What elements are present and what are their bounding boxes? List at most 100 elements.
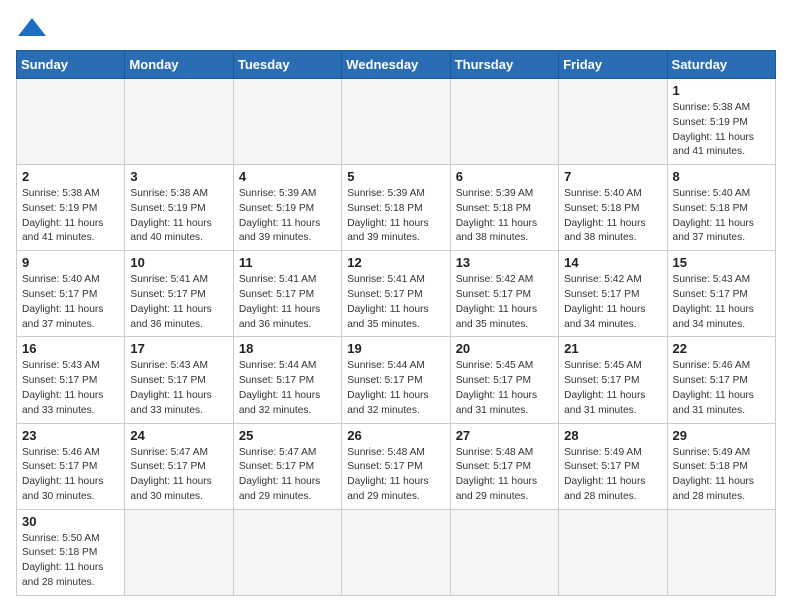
week-row-4: 23 Sunrise: 5:46 AM Sunset: 5:17 PM Dayli… [17, 423, 776, 509]
weekday-header-sunday: Sunday [17, 51, 125, 79]
weekday-header-thursday: Thursday [450, 51, 558, 79]
day-info: Sunrise: 5:45 AM Sunset: 5:17 PM Dayligh… [564, 359, 661, 418]
header [16, 16, 776, 38]
day-info: Sunrise: 5:44 AM Sunset: 5:17 PM Dayligh… [239, 359, 336, 418]
calendar-cell: 10Sunrise: 5:41 AM Sunset: 5:17 PM Dayli… [125, 251, 233, 337]
day-number: 20 [456, 341, 553, 356]
day-number: 28 [564, 428, 661, 443]
calendar: SundayMondayTuesdayWednesdayThursdayFrid… [16, 50, 776, 596]
week-row-5: 30Sunrise: 5:50 AM Sunset: 5:18 PM Dayli… [17, 509, 776, 595]
calendar-cell: 30Sunrise: 5:50 AM Sunset: 5:18 PM Dayli… [17, 509, 125, 595]
calendar-cell: 1 Sunrise: 5:38 AM Sunset: 5:19 PM Daylig… [667, 79, 775, 165]
week-row-2: 9Sunrise: 5:40 AM Sunset: 5:17 PM Daylig… [17, 251, 776, 337]
day-info: Sunrise: 5:48 AM Sunset: 5:17 PM Dayligh… [347, 446, 444, 505]
calendar-cell: 9Sunrise: 5:40 AM Sunset: 5:17 PM Daylig… [17, 251, 125, 337]
calendar-cell [17, 79, 125, 165]
calendar-cell [125, 79, 233, 165]
day-number: 29 [673, 428, 770, 443]
calendar-cell [450, 79, 558, 165]
calendar-cell [125, 509, 233, 595]
calendar-cell: 15Sunrise: 5:43 AM Sunset: 5:17 PM Dayli… [667, 251, 775, 337]
weekday-header-wednesday: Wednesday [342, 51, 450, 79]
day-number: 5 [347, 169, 444, 184]
day-info: Sunrise: 5:38 AM Sunset: 5:19 PM Dayligh… [673, 101, 770, 160]
day-number: 16 [22, 341, 119, 356]
day-info: Sunrise: 5:41 AM Sunset: 5:17 PM Dayligh… [239, 273, 336, 332]
day-number: 12 [347, 255, 444, 270]
day-number: 27 [456, 428, 553, 443]
day-number: 25 [239, 428, 336, 443]
calendar-cell: 8 Sunrise: 5:40 AM Sunset: 5:18 PM Daylig… [667, 165, 775, 251]
calendar-cell: 29Sunrise: 5:49 AM Sunset: 5:18 PM Dayli… [667, 423, 775, 509]
calendar-cell: 6 Sunrise: 5:39 AM Sunset: 5:18 PM Daylig… [450, 165, 558, 251]
day-info: Sunrise: 5:39 AM Sunset: 5:18 PM Dayligh… [347, 187, 444, 246]
calendar-cell: 27 Sunrise: 5:48 AM Sunset: 5:17 PM Dayli… [450, 423, 558, 509]
day-number: 17 [130, 341, 227, 356]
day-number: 30 [22, 514, 119, 529]
day-info: Sunrise: 5:43 AM Sunset: 5:17 PM Dayligh… [22, 359, 119, 418]
day-info: Sunrise: 5:47 AM Sunset: 5:17 PM Dayligh… [130, 446, 227, 505]
day-number: 11 [239, 255, 336, 270]
day-number: 3 [130, 169, 227, 184]
day-number: 4 [239, 169, 336, 184]
day-info: Sunrise: 5:43 AM Sunset: 5:17 PM Dayligh… [130, 359, 227, 418]
day-number: 18 [239, 341, 336, 356]
day-info: Sunrise: 5:46 AM Sunset: 5:17 PM Dayligh… [22, 446, 119, 505]
calendar-cell [450, 509, 558, 595]
calendar-cell: 28 Sunrise: 5:49 AM Sunset: 5:17 PM Dayli… [559, 423, 667, 509]
calendar-cell: 26 Sunrise: 5:48 AM Sunset: 5:17 PM Dayli… [342, 423, 450, 509]
day-info: Sunrise: 5:40 AM Sunset: 5:18 PM Dayligh… [673, 187, 770, 246]
day-info: Sunrise: 5:40 AM Sunset: 5:18 PM Dayligh… [564, 187, 661, 246]
weekday-header-saturday: Saturday [667, 51, 775, 79]
week-row-1: 2 Sunrise: 5:38 AM Sunset: 5:19 PM Daylig… [17, 165, 776, 251]
day-number: 1 [673, 83, 770, 98]
day-number: 21 [564, 341, 661, 356]
day-info: Sunrise: 5:42 AM Sunset: 5:17 PM Dayligh… [456, 273, 553, 332]
calendar-cell: 25 Sunrise: 5:47 AM Sunset: 5:17 PM Dayli… [233, 423, 341, 509]
calendar-cell [667, 509, 775, 595]
calendar-cell [233, 79, 341, 165]
day-info: Sunrise: 5:39 AM Sunset: 5:18 PM Dayligh… [456, 187, 553, 246]
day-info: Sunrise: 5:47 AM Sunset: 5:17 PM Dayligh… [239, 446, 336, 505]
calendar-cell [559, 509, 667, 595]
day-info: Sunrise: 5:45 AM Sunset: 5:17 PM Dayligh… [456, 359, 553, 418]
weekday-header-row: SundayMondayTuesdayWednesdayThursdayFrid… [17, 51, 776, 79]
day-info: Sunrise: 5:49 AM Sunset: 5:17 PM Dayligh… [564, 446, 661, 505]
calendar-cell: 22Sunrise: 5:46 AM Sunset: 5:17 PM Dayli… [667, 337, 775, 423]
calendar-cell [233, 509, 341, 595]
week-row-3: 16 Sunrise: 5:43 AM Sunset: 5:17 PM Dayli… [17, 337, 776, 423]
day-info: Sunrise: 5:44 AM Sunset: 5:17 PM Dayligh… [347, 359, 444, 418]
day-number: 8 [673, 169, 770, 184]
day-number: 23 [22, 428, 119, 443]
day-number: 24 [130, 428, 227, 443]
day-number: 26 [347, 428, 444, 443]
calendar-cell: 20 Sunrise: 5:45 AM Sunset: 5:17 PM Dayli… [450, 337, 558, 423]
day-info: Sunrise: 5:46 AM Sunset: 5:17 PM Dayligh… [673, 359, 770, 418]
calendar-cell: 12Sunrise: 5:41 AM Sunset: 5:17 PM Dayli… [342, 251, 450, 337]
calendar-cell: 11 Sunrise: 5:41 AM Sunset: 5:17 PM Dayli… [233, 251, 341, 337]
day-number: 6 [456, 169, 553, 184]
day-number: 9 [22, 255, 119, 270]
logo [16, 16, 46, 38]
day-info: Sunrise: 5:41 AM Sunset: 5:17 PM Dayligh… [130, 273, 227, 332]
calendar-cell: 3 Sunrise: 5:38 AM Sunset: 5:19 PM Daylig… [125, 165, 233, 251]
calendar-cell: 13 Sunrise: 5:42 AM Sunset: 5:17 PM Dayli… [450, 251, 558, 337]
day-info: Sunrise: 5:38 AM Sunset: 5:19 PM Dayligh… [130, 187, 227, 246]
calendar-cell: 14Sunrise: 5:42 AM Sunset: 5:17 PM Dayli… [559, 251, 667, 337]
calendar-cell: 21 Sunrise: 5:45 AM Sunset: 5:17 PM Dayli… [559, 337, 667, 423]
day-number: 7 [564, 169, 661, 184]
weekday-header-tuesday: Tuesday [233, 51, 341, 79]
day-info: Sunrise: 5:39 AM Sunset: 5:19 PM Dayligh… [239, 187, 336, 246]
day-number: 15 [673, 255, 770, 270]
calendar-cell: 17 Sunrise: 5:43 AM Sunset: 5:17 PM Dayli… [125, 337, 233, 423]
day-number: 2 [22, 169, 119, 184]
day-info: Sunrise: 5:48 AM Sunset: 5:17 PM Dayligh… [456, 446, 553, 505]
weekday-header-monday: Monday [125, 51, 233, 79]
calendar-cell: 19Sunrise: 5:44 AM Sunset: 5:17 PM Dayli… [342, 337, 450, 423]
day-number: 13 [456, 255, 553, 270]
calendar-cell [559, 79, 667, 165]
calendar-cell: 18 Sunrise: 5:44 AM Sunset: 5:17 PM Dayli… [233, 337, 341, 423]
day-info: Sunrise: 5:42 AM Sunset: 5:17 PM Dayligh… [564, 273, 661, 332]
calendar-cell: 2Sunrise: 5:38 AM Sunset: 5:19 PM Daylig… [17, 165, 125, 251]
calendar-cell [342, 509, 450, 595]
